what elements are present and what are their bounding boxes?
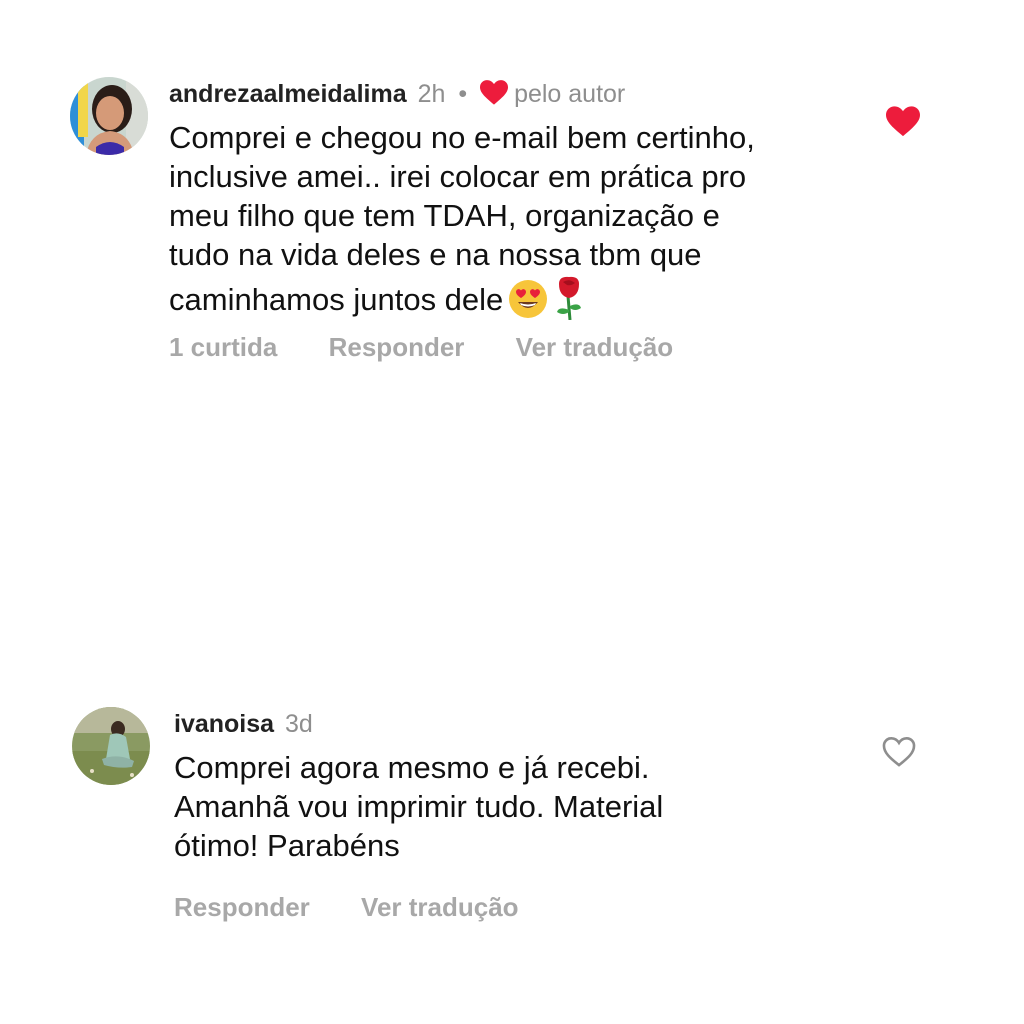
avatar-photo (70, 77, 148, 155)
like-button[interactable] (886, 106, 920, 138)
reply-button[interactable]: Responder (174, 892, 310, 922)
comment-meta: ivanoisa 3d (174, 700, 854, 748)
see-translation-button[interactable]: Ver tradução (361, 892, 519, 922)
heart-filled-icon (886, 106, 920, 137)
heart-outline-icon (882, 736, 916, 767)
avatar-photo (72, 707, 150, 785)
comment-actions: 1 curtida Responder Ver tradução (169, 332, 717, 363)
likes-count-button[interactable]: 1 curtida (169, 332, 277, 362)
timestamp: 2h (417, 80, 446, 108)
username[interactable]: ivanoisa (174, 710, 274, 738)
comment-meta: andrezaalmeidalima 2h • pelo autor (169, 70, 849, 118)
heart-eyes-emoji-icon (509, 280, 548, 318)
comment-actions: Responder Ver tradução (174, 892, 563, 923)
avatar[interactable] (72, 707, 150, 785)
separator-dot: • (458, 80, 468, 108)
see-translation-button[interactable]: Ver tradução (516, 332, 674, 362)
reply-button[interactable]: Responder (329, 332, 465, 362)
comment-body: andrezaalmeidalima 2h • pelo autor Compr… (169, 70, 849, 362)
comment-text-line: ótimo! Parabéns (174, 828, 400, 863)
comment-text-line: Comprei agora mesmo e já recebi. (174, 750, 650, 785)
author-liked-heart-icon (480, 80, 509, 105)
comment-text-line: Amanhã vou imprimir tudo. Material (174, 789, 664, 824)
comment-body: ivanoisa 3d Comprei agora mesmo e já rec… (174, 700, 854, 922)
avatar[interactable] (70, 77, 148, 155)
comment-text-line: caminhamos juntos dele (169, 282, 504, 317)
comment-text: Comprei agora mesmo e já recebi. Amanhã … (174, 748, 854, 865)
username[interactable]: andrezaalmeidalima (169, 80, 407, 108)
timestamp: 3d (285, 710, 313, 738)
comment-text-line: Comprei e chegou no e-mail bem certinho, (169, 120, 755, 155)
comment-text: Comprei e chegou no e-mail bem certinho,… (169, 118, 849, 329)
liked-by-author-label: pelo autor (514, 80, 626, 108)
comment-text-line: tudo na vida deles e na nossa tbm que (169, 237, 702, 272)
comment-text-line-last: caminhamos juntos dele (169, 274, 849, 329)
comment-text-line: inclusive amei.. irei colocar em prática… (169, 159, 747, 194)
rose-emoji-icon (557, 276, 582, 320)
like-button[interactable] (882, 736, 916, 768)
emoji-group (507, 274, 589, 329)
comment-text-line: meu filho que tem TDAH, organização e (169, 198, 720, 233)
